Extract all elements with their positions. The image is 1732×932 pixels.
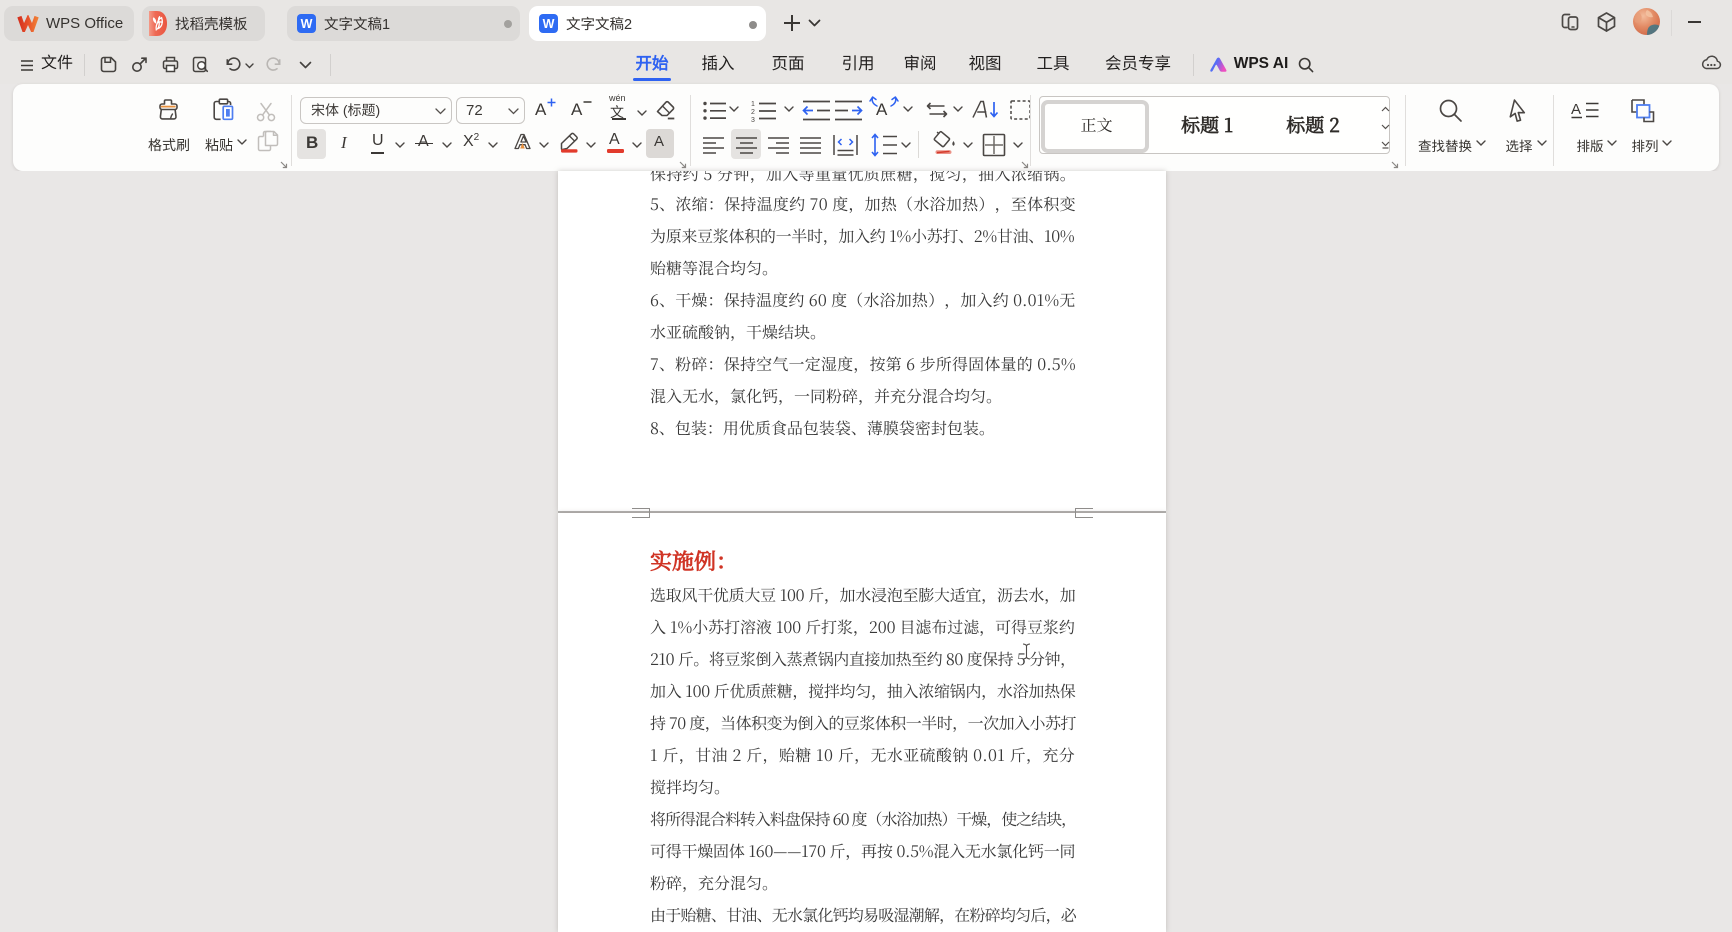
svg-text:3: 3 [751, 117, 755, 124]
svg-text:W: W [543, 17, 555, 31]
svg-text:2: 2 [751, 109, 755, 116]
svg-text:A: A [1571, 101, 1581, 118]
svg-text:W: W [301, 17, 313, 31]
svg-text:1: 1 [751, 101, 755, 108]
